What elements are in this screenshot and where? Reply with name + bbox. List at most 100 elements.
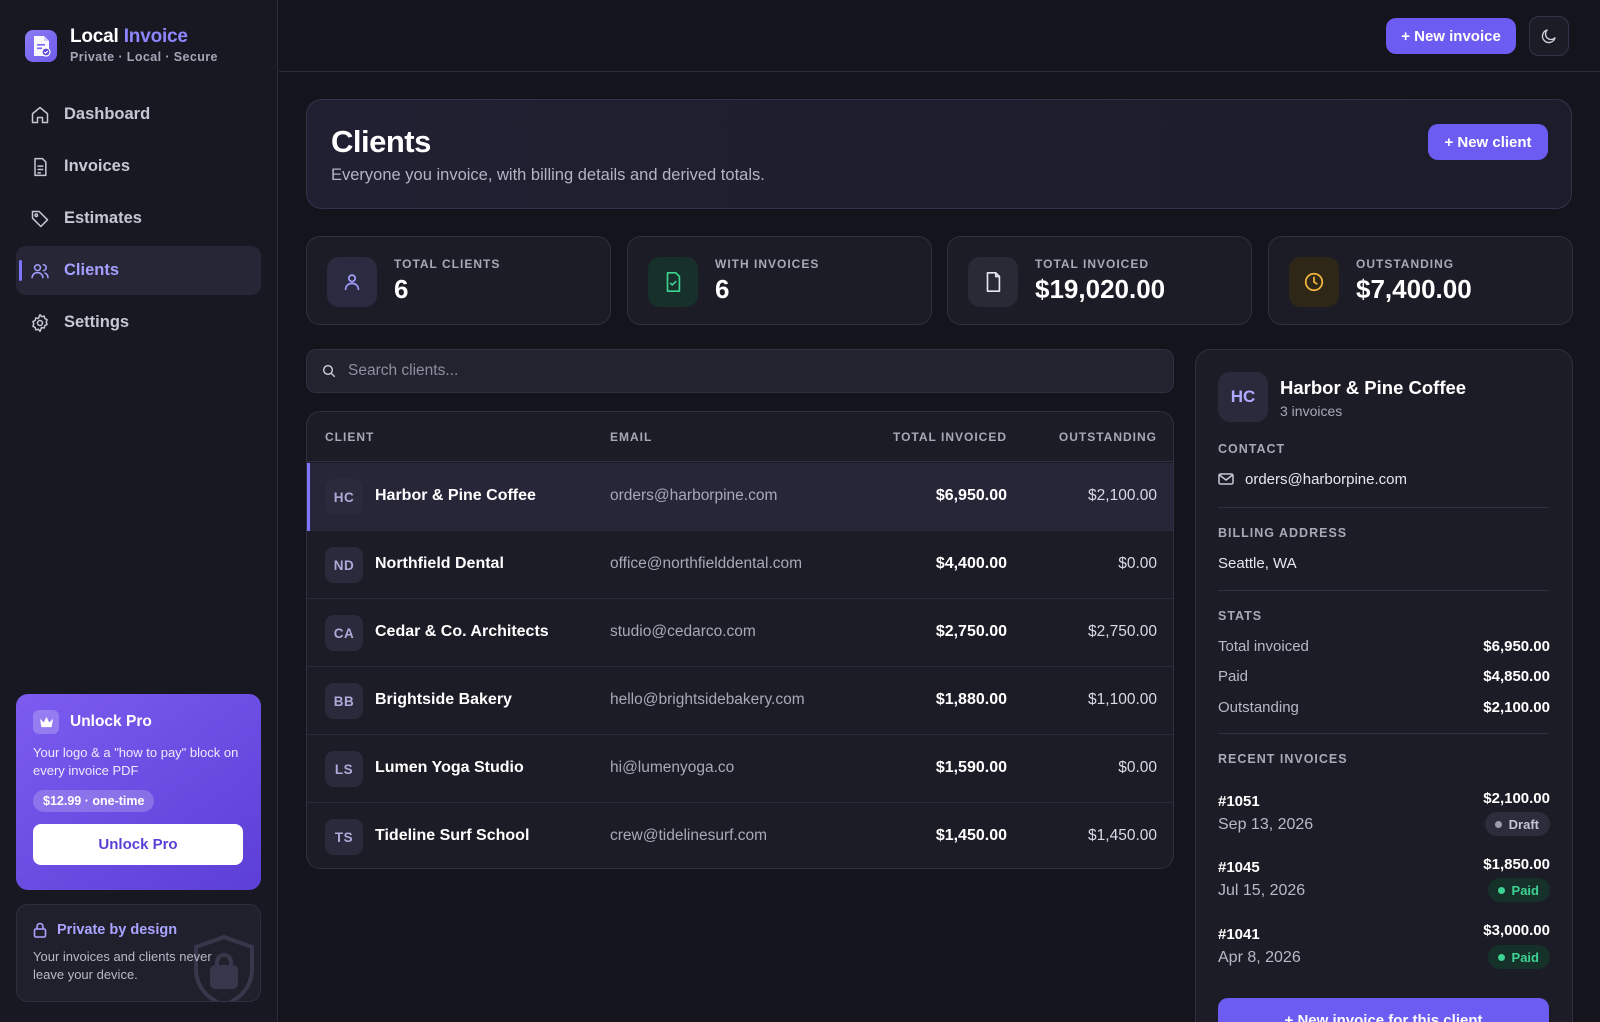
client-name: Tideline Surf School xyxy=(375,827,530,844)
column-header-outstanding[interactable]: OUTSTANDING xyxy=(1059,430,1157,444)
client-name: Lumen Yoga Studio xyxy=(375,759,524,776)
stat-value: $7,400.00 xyxy=(1356,274,1472,304)
detail-email[interactable]: orders@harborpine.com xyxy=(1245,471,1407,488)
client-outstanding: $0.00 xyxy=(1118,555,1157,572)
unlock-pro-button[interactable]: Unlock Pro xyxy=(33,824,243,865)
clock-icon xyxy=(1289,257,1339,307)
new-invoice-for-client-button[interactable]: + New invoice for this client xyxy=(1218,998,1549,1022)
gear-icon xyxy=(32,313,48,332)
divider xyxy=(1218,507,1549,508)
table-row[interactable]: ND Northfield Dental office@northfieldde… xyxy=(307,531,1173,599)
stat-label: TOTAL CLIENTS xyxy=(394,257,501,271)
sidebar-item-label: Invoices xyxy=(64,157,131,175)
stat-label: OUTSTANDING xyxy=(1356,257,1455,271)
sidebar-item-label: Clients xyxy=(64,261,120,279)
status-badge: Draft xyxy=(1484,812,1550,836)
invoice-number: #1051 xyxy=(1218,793,1260,810)
home-icon xyxy=(31,106,49,123)
column-header-total-invoiced[interactable]: TOTAL INVOICED xyxy=(893,430,1007,444)
client-name: Brightside Bakery xyxy=(375,691,512,708)
theme-toggle-button[interactable] xyxy=(1529,16,1569,56)
brand-tagline: Private · Local · Secure xyxy=(70,50,218,64)
client-email: hello@brightsidebakery.com xyxy=(610,691,805,708)
client-detail-panel: HC Harbor & Pine Coffee 3 invoices CONTA… xyxy=(1195,349,1573,1022)
search-icon xyxy=(322,364,336,378)
brand[interactable]: Local Invoice Private · Local · Secure xyxy=(25,27,218,64)
stat-label: Outstanding xyxy=(1218,699,1299,716)
table-row[interactable]: CA Cedar & Co. Architects studio@cedarco… xyxy=(307,599,1173,667)
sidebar-item-label: Dashboard xyxy=(64,105,151,123)
invoice-amount: $3,000.00 xyxy=(1483,922,1550,939)
divider xyxy=(1218,733,1549,734)
stat-label: Total invoiced xyxy=(1218,638,1309,655)
unlock-pro-card: Unlock Pro Your logo & a "how to pay" bl… xyxy=(16,694,261,890)
client-email: hi@lumenyoga.co xyxy=(610,759,735,776)
app-logo-icon xyxy=(25,29,57,62)
column-header-email[interactable]: EMAIL xyxy=(610,430,652,444)
billing-address: Seattle, WA xyxy=(1218,555,1297,572)
sidebar-item-clients[interactable]: Clients xyxy=(16,246,261,295)
client-email: office@northfielddental.com xyxy=(610,555,803,572)
invoice-date: Jul 15, 2026 xyxy=(1218,882,1306,899)
status-badge: Paid xyxy=(1487,945,1550,969)
moon-icon xyxy=(1541,29,1556,44)
stat-value: $6,950.00 xyxy=(1483,638,1550,655)
stat-value: 6 xyxy=(715,274,730,304)
client-total-invoiced: $4,400.00 xyxy=(935,555,1007,572)
stat-value: 6 xyxy=(394,274,409,304)
pro-title: Unlock Pro xyxy=(70,713,152,730)
client-outstanding: $2,750.00 xyxy=(1088,623,1157,640)
stat-card-total-invoiced: TOTAL INVOICED $19,020.00 xyxy=(947,236,1252,325)
client-avatar: LS xyxy=(325,751,363,787)
page-title: Clients xyxy=(331,124,431,159)
sidebar-item-estimates[interactable]: Estimates xyxy=(16,194,261,243)
stat-card-total-clients: TOTAL CLIENTS 6 xyxy=(306,236,611,325)
detail-client-name: Harbor & Pine Coffee xyxy=(1280,377,1467,398)
client-email: orders@harborpine.com xyxy=(610,487,778,504)
client-total-invoiced: $1,590.00 xyxy=(935,759,1007,776)
sidebar-item-settings[interactable]: Settings xyxy=(16,298,261,347)
client-total-invoiced: $1,880.00 xyxy=(935,691,1007,708)
table-row[interactable]: LS Lumen Yoga Studio hi@lumenyoga.co $1,… xyxy=(307,735,1173,803)
client-avatar: ND xyxy=(325,547,363,583)
users-icon xyxy=(31,263,49,278)
client-email: crew@tidelinesurf.com xyxy=(610,827,768,844)
client-avatar: BB xyxy=(325,683,363,719)
sidebar-nav: Dashboard Invoices Estimates Clients Set… xyxy=(16,90,261,350)
divider xyxy=(1218,590,1549,591)
table-header: CLIENT EMAIL TOTAL INVOICED OUTSTANDING xyxy=(307,412,1173,462)
page-subtitle: Everyone you invoice, with billing detai… xyxy=(331,166,765,184)
client-avatar: TS xyxy=(325,819,363,855)
sidebar-item-dashboard[interactable]: Dashboard xyxy=(16,90,261,139)
status-badge: Paid xyxy=(1487,878,1550,902)
client-outstanding: $1,100.00 xyxy=(1088,691,1157,708)
client-outstanding: $2,100.00 xyxy=(1088,487,1157,504)
table-row[interactable]: HC Harbor & Pine Coffee orders@harborpin… xyxy=(307,463,1173,531)
sidebar-item-label: Settings xyxy=(64,313,130,331)
document-icon xyxy=(34,157,47,176)
table-row[interactable]: TS Tideline Surf School crew@tidelinesur… xyxy=(307,803,1173,868)
invoice-number: #1041 xyxy=(1218,926,1260,943)
sidebar-item-invoices[interactable]: Invoices xyxy=(16,142,261,191)
client-outstanding: $0.00 xyxy=(1118,759,1157,776)
client-name: Harbor & Pine Coffee xyxy=(375,487,536,504)
sidebar: Local Invoice Private · Local · Secure D… xyxy=(0,0,278,1022)
table-row[interactable]: BB Brightside Bakery hello@brightsidebak… xyxy=(307,667,1173,735)
invoice-date: Apr 8, 2026 xyxy=(1218,949,1301,966)
recent-invoices-heading: RECENT INVOICES xyxy=(1218,752,1348,766)
new-client-button[interactable]: + New client xyxy=(1428,124,1548,160)
new-invoice-button[interactable]: + New invoice xyxy=(1386,18,1516,54)
stat-card-outstanding: OUTSTANDING $7,400.00 xyxy=(1268,236,1573,325)
client-total-invoiced: $2,750.00 xyxy=(935,623,1007,640)
pro-price-badge: $12.99 · one-time xyxy=(33,790,155,812)
billing-heading: BILLING ADDRESS xyxy=(1218,526,1348,540)
stat-value: $19,020.00 xyxy=(1035,274,1166,304)
lock-icon xyxy=(33,922,47,938)
document-icon xyxy=(968,257,1018,307)
client-name: Northfield Dental xyxy=(375,555,504,572)
search-input[interactable] xyxy=(348,362,1128,380)
stat-value: $2,100.00 xyxy=(1483,699,1550,716)
invoice-amount: $1,850.00 xyxy=(1483,856,1550,873)
client-name: Cedar & Co. Architects xyxy=(375,623,549,640)
column-header-client[interactable]: CLIENT xyxy=(325,430,374,444)
